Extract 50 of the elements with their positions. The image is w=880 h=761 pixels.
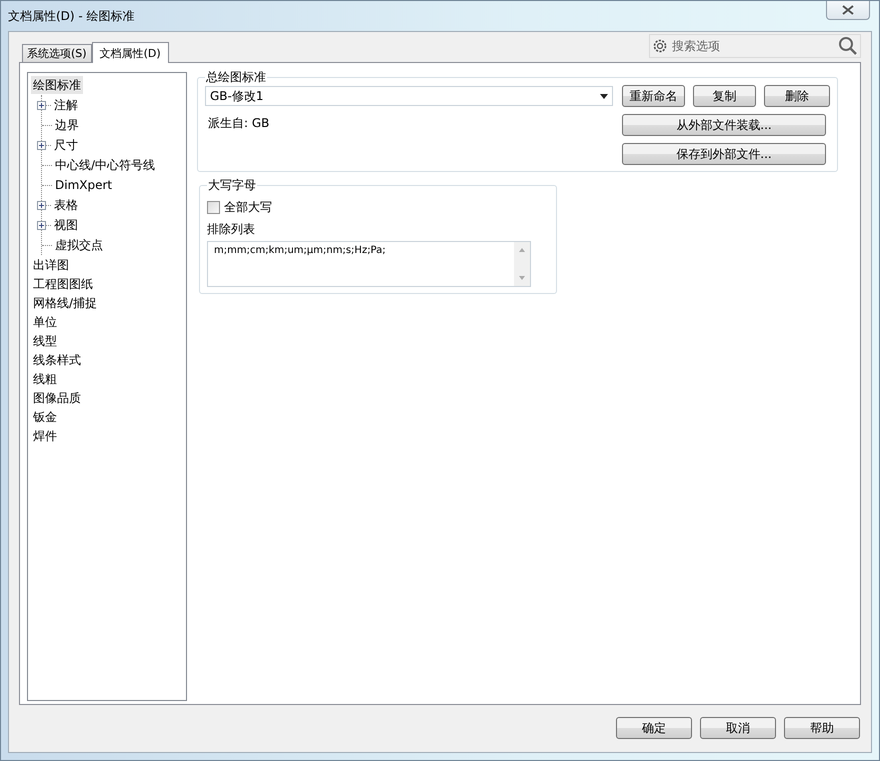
tree-item[interactable]: 线粗 [31, 370, 59, 388]
expand-icon[interactable] [37, 100, 46, 110]
action-button[interactable]: 重新命名 [622, 85, 685, 107]
scrollbar[interactable] [514, 242, 530, 286]
expand-icon[interactable] [37, 220, 46, 230]
tree-item[interactable]: 网格线/捕捉 [31, 294, 100, 312]
tree-item[interactable]: 线型 [31, 332, 59, 350]
dialog-button[interactable]: 取消 [700, 717, 776, 739]
tree-item[interactable]: 出详图 [31, 256, 71, 274]
file-button[interactable]: 从外部文件装载... [622, 114, 826, 136]
dialog-button[interactable]: 帮助 [784, 717, 860, 739]
tree-item[interactable]: 中心线/中心符号线 [53, 156, 158, 174]
group-title: 总绘图标准 [205, 69, 267, 86]
tree-item[interactable]: DimXpert [53, 176, 114, 194]
tab[interactable]: 系统选项(S) [22, 44, 92, 62]
tree-item[interactable]: 视图 [52, 216, 80, 234]
search-bar[interactable]: 搜索选项 [649, 34, 861, 58]
tree-item[interactable]: 尺寸 [52, 136, 80, 154]
settings-icon [652, 38, 668, 54]
tree-item[interactable]: 线条样式 [31, 351, 83, 369]
tree-item[interactable]: 注解 [52, 96, 80, 114]
derived-from-label: 派生自: GB [207, 115, 270, 132]
tree-item[interactable]: 虚拟交点 [53, 236, 105, 254]
expand-icon[interactable] [37, 140, 46, 150]
search-icon [838, 36, 858, 56]
tree-item[interactable]: 单位 [31, 313, 59, 331]
expand-icon[interactable] [37, 200, 46, 210]
action-button[interactable]: 复制 [693, 85, 756, 107]
close-button[interactable] [826, 1, 870, 20]
tree-item[interactable]: 表格 [52, 196, 80, 214]
standard-dropdown[interactable]: GB-修改1 [205, 86, 613, 106]
exclusion-list-label: 排除列表 [207, 221, 256, 238]
tree-item[interactable]: 绘图标准 [31, 76, 83, 94]
group-title: 大写字母 [207, 177, 257, 194]
tree-item[interactable]: 焊件 [31, 427, 59, 445]
close-icon [842, 5, 854, 15]
tab[interactable]: 文档属性(D) [92, 42, 169, 63]
dialog-button[interactable]: 确定 [616, 717, 692, 739]
window-title: 文档属性(D) - 绘图标准 [8, 8, 135, 25]
caret-icon [600, 94, 608, 98]
action-button[interactable]: 删除 [764, 85, 830, 107]
tree-item[interactable]: 工程图图纸 [31, 275, 95, 293]
tree-item[interactable]: 边界 [53, 116, 81, 134]
search-field[interactable]: 搜索选项 [672, 39, 834, 53]
file-button[interactable]: 保存到外部文件... [622, 143, 826, 165]
checkbox[interactable] [207, 200, 220, 214]
tree-item[interactable]: 图像品质 [31, 389, 83, 407]
tree-item[interactable]: 钣金 [31, 408, 59, 426]
checkbox-label: 全部大写 [224, 198, 272, 216]
exclusion-list-field[interactable]: m;mm;cm;km;um;µm;nm;s;Hz;Pa; [207, 241, 531, 287]
